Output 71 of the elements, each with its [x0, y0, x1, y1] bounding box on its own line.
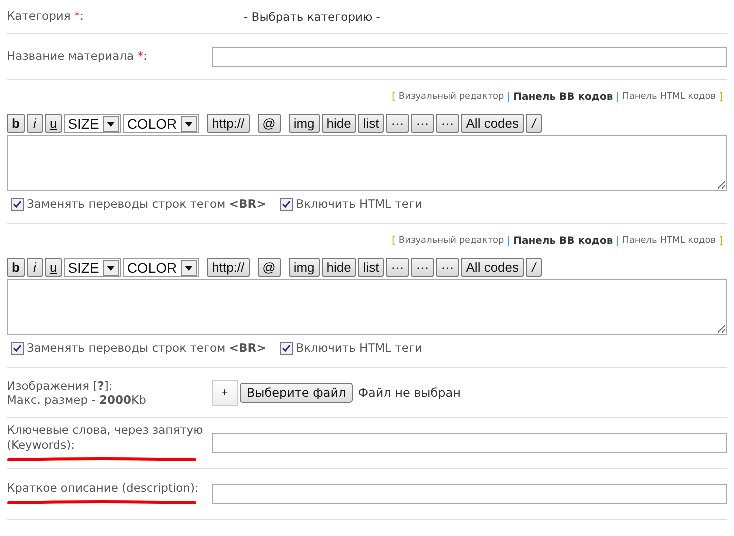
toolbar-button[interactable]: http:// — [207, 114, 250, 133]
toolbar-button[interactable]: ··· — [436, 114, 460, 133]
toolbar-button[interactable]: i — [26, 258, 43, 277]
caret-icon — [103, 116, 120, 132]
toolbar-button[interactable]: img — [288, 114, 320, 133]
checkbox-label: Заменять переводы строк тегом <BR> — [27, 197, 266, 211]
toolbar-button[interactable]: list — [358, 114, 384, 133]
toolbar-button[interactable]: ··· — [386, 114, 410, 133]
toolbar-button[interactable]: hide — [322, 258, 356, 277]
editor-mode-link[interactable]: Панель BB кодов — [514, 236, 614, 247]
toolbar-button[interactable]: u — [44, 258, 62, 277]
editor-mode-link[interactable]: Панель BB кодов — [514, 92, 614, 103]
bracket: [ — [392, 236, 396, 247]
field-label: Категория *: — [7, 9, 84, 24]
checkbox[interactable] — [11, 342, 24, 354]
caret-icon — [103, 260, 120, 276]
toolbar-button[interactable]: ··· — [411, 114, 434, 133]
toolbar-button[interactable]: ··· — [436, 258, 460, 277]
add-button[interactable]: + — [212, 380, 238, 406]
toolbar-button[interactable]: img — [288, 258, 320, 277]
field-label: Название материала *: — [7, 49, 148, 64]
field-label: Макс. размер - 2000Kb — [7, 392, 146, 406]
toolbar-button[interactable]: http:// — [207, 258, 250, 277]
toolbar-button[interactable]: ··· — [386, 258, 410, 277]
choose-file-button[interactable]: Выберите файл — [240, 382, 354, 402]
toolbar-button[interactable]: / — [526, 114, 542, 133]
editor-mode-link[interactable]: Панель HTML кодов — [622, 92, 716, 103]
toolbar-select[interactable]: COLOR — [123, 258, 200, 277]
editor-mode-link[interactable]: Панель HTML кодов — [622, 236, 716, 247]
toolbar-button[interactable]: u — [44, 114, 62, 133]
toolbar-button[interactable]: / — [526, 258, 542, 277]
field-label: Краткое описание (description): — [7, 481, 199, 496]
toolbar-button[interactable]: @ — [258, 114, 281, 133]
toolbar-button[interactable]: list — [358, 258, 384, 277]
toolbar-button[interactable]: b — [7, 258, 25, 277]
toolbar-select[interactable]: SIZE — [64, 258, 122, 277]
category-select[interactable]: - Выбрать категорию - — [244, 10, 380, 24]
field-label: Ключевые слова, через запятую (Keywords): — [7, 422, 204, 452]
bracket: ] — [719, 92, 723, 103]
caret-icon — [181, 260, 198, 276]
checkbox[interactable] — [280, 342, 294, 354]
checkbox[interactable] — [280, 198, 294, 210]
toolbar-select[interactable]: SIZE — [64, 114, 122, 133]
checkbox-label: Включить HTML теги — [296, 197, 422, 211]
toolbar-button[interactable]: ··· — [411, 258, 434, 277]
separator: | — [507, 236, 511, 247]
text-area[interactable] — [7, 135, 727, 191]
checkbox[interactable] — [11, 198, 24, 210]
toolbar-button[interactable]: All codes — [461, 114, 524, 133]
toolbar-button[interactable]: hide — [322, 114, 356, 133]
toolbar-button[interactable]: i — [26, 114, 43, 133]
bracket: [ — [392, 92, 396, 103]
text-area[interactable] — [7, 279, 727, 335]
checkbox-label: Заменять переводы строк тегом <BR> — [27, 341, 266, 355]
input-field[interactable] — [212, 46, 727, 66]
editor-mode-link[interactable]: Визуальный редактор — [398, 236, 504, 247]
bracket: ] — [719, 236, 723, 247]
toolbar-select[interactable]: COLOR — [123, 114, 200, 133]
checkbox-label: Включить HTML теги — [296, 341, 422, 355]
separator: | — [616, 92, 620, 103]
editor-mode-link[interactable]: Визуальный редактор — [398, 92, 504, 103]
input-field[interactable] — [212, 484, 727, 504]
toolbar-button[interactable]: b — [7, 114, 25, 133]
input-field[interactable] — [212, 433, 727, 453]
caret-icon — [181, 116, 198, 132]
file-status: Файл не выбран — [358, 386, 461, 400]
separator: | — [616, 236, 620, 247]
toolbar-button[interactable]: All codes — [461, 258, 524, 277]
field-label: Изображения [?]: — [7, 378, 113, 392]
toolbar-button[interactable]: @ — [258, 258, 281, 277]
separator: | — [507, 92, 511, 103]
